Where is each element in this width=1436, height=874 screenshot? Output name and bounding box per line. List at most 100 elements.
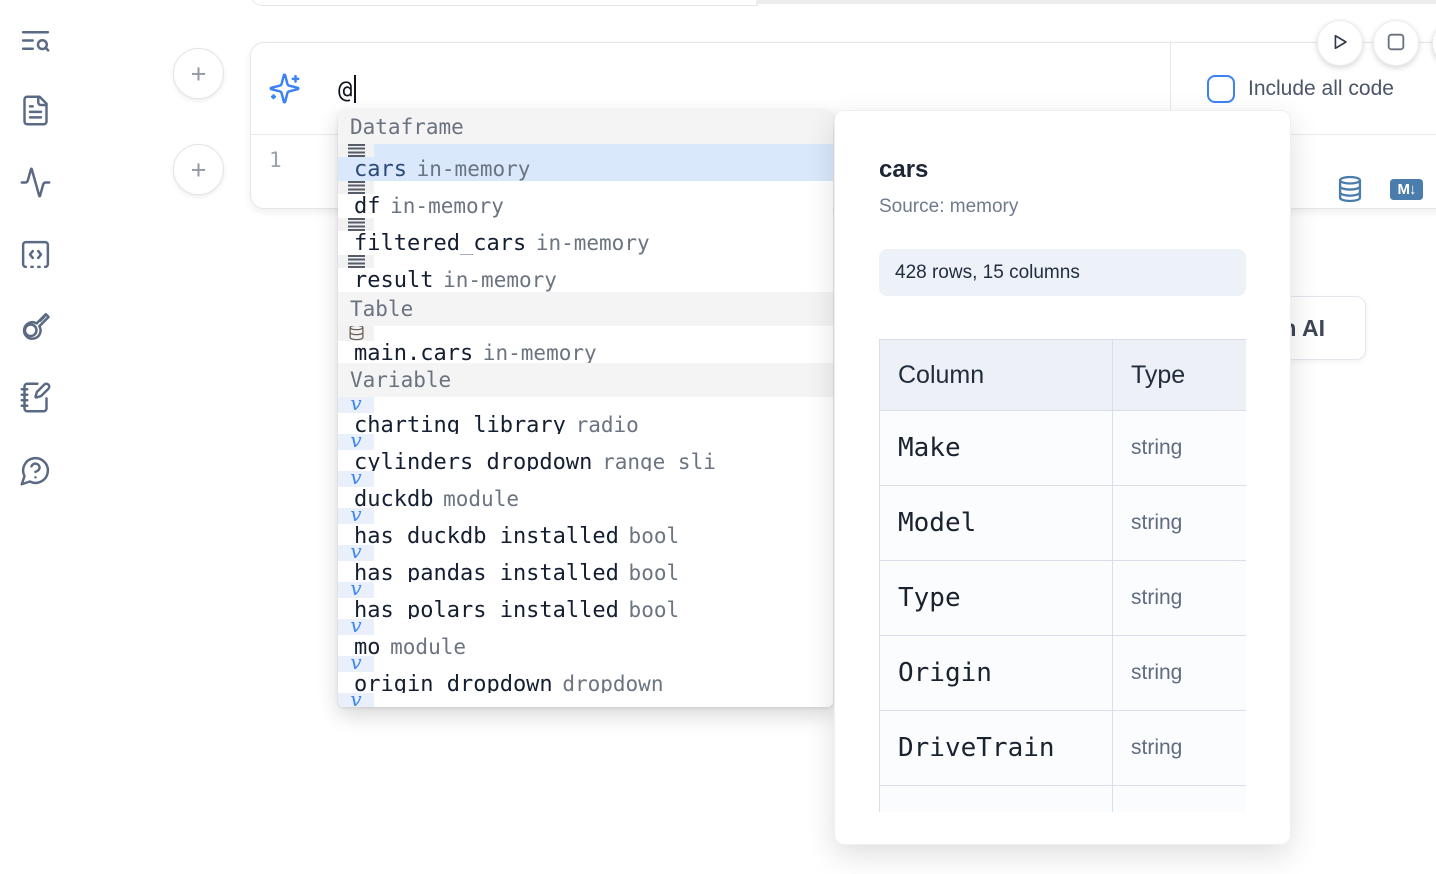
dataframe-preview-panel: cars Source: memory 428 rows, 15 columns… <box>834 110 1291 845</box>
section-header: Table <box>350 292 833 326</box>
add-cell-below-button[interactable]: + <box>173 144 224 195</box>
dataframe-rows-icon <box>348 218 365 231</box>
item-type: in-memory <box>536 231 650 255</box>
autocomplete-row[interactable]: v pd module <box>338 693 833 707</box>
sidebar-item-scratchpad[interactable] <box>18 381 52 415</box>
item-name: has_pandas_installed <box>354 561 619 582</box>
help-chat-icon <box>19 475 52 490</box>
code-snippets-icon <box>19 259 52 274</box>
autocomplete-row[interactable]: v df in-memory <box>338 181 833 218</box>
autocomplete-row[interactable]: v cars in-memory <box>338 144 833 181</box>
schema-row: Origin string <box>880 636 1247 711</box>
item-type: module <box>390 635 466 656</box>
variable-icon: v <box>350 508 361 524</box>
item-type: bool <box>629 561 680 582</box>
preview-title: cars <box>879 156 1246 184</box>
section-header: Dataframe <box>350 110 833 144</box>
item-kind-gutter: v <box>338 582 374 598</box>
autocomplete-item[interactable]: v pd module <box>338 693 480 707</box>
variable-icon: v <box>350 619 361 635</box>
schema-row: DriveTrain string <box>880 711 1247 786</box>
autocomplete-row[interactable]: v has_duckdb_installed bool <box>338 508 833 545</box>
autocomplete-row[interactable]: v filtered_cars in-memory <box>338 218 833 255</box>
autocomplete-row[interactable]: v has_polars_installed bool <box>338 582 833 619</box>
autocomplete-item[interactable]: v cylinders_dropdown range_sli <box>338 434 716 471</box>
schema-row: Type string <box>880 561 1247 636</box>
item-type: dropdown <box>562 672 663 693</box>
autocomplete-item[interactable]: v has_polars_installed bool <box>338 582 693 619</box>
schema-column-name: DriveTrain <box>880 711 1113 786</box>
autocomplete-row[interactable]: v main.cars in-memory <box>338 326 833 363</box>
sidebar <box>0 0 70 874</box>
variable-icon: v <box>350 545 361 561</box>
autocomplete-row[interactable]: v cylinders_dropdown range_sli <box>338 434 833 471</box>
autocomplete-row[interactable]: v duckdb module <box>338 471 833 508</box>
schema-column-name: Origin <box>880 636 1113 711</box>
item-name: has_duckdb_installed <box>354 524 619 545</box>
item-kind-gutter: v <box>338 181 374 194</box>
autocomplete-item[interactable]: v cars in-memory <box>338 144 544 181</box>
schema-column-type: string <box>1113 561 1247 636</box>
item-kind-gutter: v <box>338 545 374 561</box>
schema-column-type <box>1113 786 1247 813</box>
schema-column-name: Type <box>880 561 1113 636</box>
datasource-button[interactable] <box>1336 175 1364 203</box>
autocomplete-row[interactable]: v mo module <box>338 619 833 656</box>
autocomplete-item[interactable]: v origin_dropdown dropdown <box>338 656 677 693</box>
sidebar-item-activity[interactable] <box>18 166 52 200</box>
autocomplete-item[interactable]: v main.cars in-memory <box>338 326 611 363</box>
autocomplete-item[interactable]: v charting_library radio <box>338 397 653 434</box>
item-name: df <box>354 194 381 219</box>
schema-header-row: Column Type <box>880 340 1247 411</box>
key-icon <box>19 330 52 345</box>
schema-column-type: string <box>1113 411 1247 486</box>
markdown-convert-button[interactable]: M↓ <box>1390 179 1423 200</box>
sidebar-item-help[interactable] <box>18 454 52 488</box>
autocomplete-item[interactable]: v duckdb module <box>338 471 533 508</box>
autocomplete-item[interactable]: v has_pandas_installed bool <box>338 545 693 582</box>
autocomplete-row[interactable]: Variable v <box>338 363 833 397</box>
autocomplete-item[interactable]: v filtered_cars in-memory <box>338 218 664 255</box>
schema-row <box>880 786 1247 813</box>
run-cell-button[interactable] <box>1317 20 1363 66</box>
autocomplete-row[interactable]: v result in-memory <box>338 255 833 292</box>
variable-icon: v <box>350 693 361 707</box>
autocomplete-item[interactable]: v result in-memory <box>338 255 571 292</box>
include-all-code-checkbox[interactable] <box>1207 75 1235 103</box>
sidebar-item-snippets[interactable] <box>18 238 52 272</box>
item-name: mo <box>354 635 381 656</box>
autocomplete-row[interactable]: Table v <box>338 292 833 326</box>
preview-source: Source: memory <box>879 196 1246 218</box>
autocomplete-item[interactable]: v mo module <box>338 619 480 656</box>
shape-badge: 428 rows, 15 columns <box>879 249 1246 296</box>
dataframe-rows-icon <box>348 144 365 157</box>
item-kind-gutter: v <box>338 218 374 231</box>
item-type: bool <box>629 524 680 545</box>
autocomplete-row[interactable]: v charting_library radio <box>338 397 833 434</box>
schema-table: Column Type Make string Model str <box>879 339 1246 812</box>
variable-icon: v <box>350 434 361 450</box>
sidebar-item-files[interactable] <box>18 94 52 128</box>
markdown-icon: M↓ <box>1398 181 1416 198</box>
item-name: origin_dropdown <box>354 672 553 693</box>
item-type: in-memory <box>483 341 597 364</box>
autocomplete-row[interactable]: v origin_dropdown dropdown <box>338 656 833 693</box>
variable-icon: v <box>350 582 361 598</box>
type-header: Type <box>1113 340 1247 411</box>
autocomplete-item[interactable]: v has_duckdb_installed bool <box>338 508 693 545</box>
autocomplete-item[interactable]: v df in-memory <box>338 181 518 218</box>
schema-row: Make string <box>880 411 1247 486</box>
autocomplete-row[interactable]: Dataframe v <box>338 110 833 144</box>
sidebar-item-secrets[interactable] <box>18 309 52 343</box>
schema-row: Model string <box>880 486 1247 561</box>
add-cell-above-button[interactable]: + <box>173 48 224 99</box>
dataframe-rows-icon <box>348 255 365 268</box>
variable-icon: v <box>350 397 361 413</box>
item-type: bool <box>629 598 680 619</box>
include-all-code-label: Include all code <box>1248 77 1394 101</box>
autocomplete-row[interactable]: v has_pandas_installed bool <box>338 545 833 582</box>
sidebar-item-outline-search[interactable] <box>18 24 52 58</box>
text-caret <box>354 75 356 103</box>
prompt-text: @ <box>338 75 356 104</box>
stop-button[interactable] <box>1373 20 1419 66</box>
